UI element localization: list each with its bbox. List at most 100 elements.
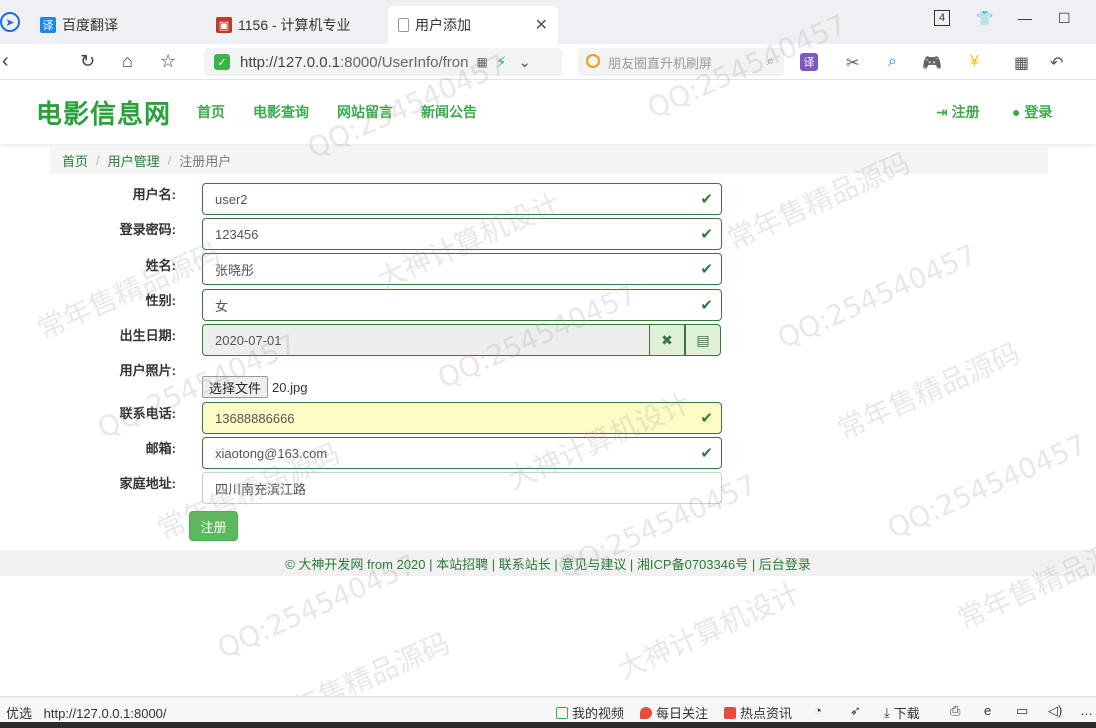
- tab-counter[interactable]: 4: [934, 10, 950, 26]
- reader-icon[interactable]: ▦: [477, 55, 488, 69]
- download-link[interactable]: ⤓ 下载: [884, 703, 920, 722]
- name-value: 张晓彤: [215, 262, 255, 278]
- birthdate-field[interactable]: 2020-07-01: [202, 324, 650, 356]
- minimize-icon[interactable]: —: [1018, 10, 1032, 26]
- nav-home[interactable]: 首页: [197, 102, 225, 122]
- check-icon: ✔: [700, 445, 713, 462]
- gender-field[interactable]: 女 ✔: [202, 289, 722, 321]
- rocket-icon[interactable]: ➶: [850, 703, 861, 719]
- register-link[interactable]: ⇥ 注册: [936, 102, 980, 122]
- check-icon: ✔: [700, 226, 713, 243]
- speed-icon[interactable]: ◔: [814, 703, 822, 718]
- url-path: :8000/UserInfo/fron: [340, 53, 469, 71]
- ie-icon[interactable]: e: [984, 703, 991, 718]
- url-host: http://127.0.0.1: [240, 53, 341, 71]
- tab-computer-major[interactable]: ▣ 1156 - 计算机专业: [206, 6, 386, 44]
- nav-movie-search[interactable]: 电影查询: [253, 102, 309, 122]
- status-prefix: 优选: [6, 706, 33, 721]
- username-field[interactable]: user2 ✔: [202, 183, 722, 215]
- password-field[interactable]: 123456 ✔: [202, 218, 722, 250]
- undo-icon[interactable]: ↶: [1050, 53, 1063, 73]
- choose-file-button[interactable]: 选择文件: [202, 376, 269, 398]
- volume-icon[interactable]: ◁): [1048, 703, 1062, 719]
- watermark-text: 常年售精品源码: [832, 336, 1025, 447]
- name-label: 姓名:: [145, 258, 176, 273]
- back-icon[interactable]: ‹: [2, 50, 9, 73]
- photo-file-name: 20.jpg: [272, 380, 308, 395]
- reload-icon[interactable]: ↻: [80, 51, 95, 72]
- watermark-text: 大神计算机设计: [612, 576, 805, 687]
- lightning-icon[interactable]: ⚡: [496, 53, 507, 71]
- watermark-text: 常年售精品源码: [952, 526, 1096, 637]
- gender-label: 性别:: [145, 293, 176, 308]
- apps-grid-icon[interactable]: ▦: [1014, 53, 1029, 73]
- news-icon: [724, 706, 736, 719]
- chevron-down-icon[interactable]: ⌄: [518, 53, 531, 71]
- tab-user-add[interactable]: 用户添加 ✕: [388, 6, 558, 44]
- daily-follow-link[interactable]: 每日关注: [640, 703, 708, 722]
- my-videos-label: 我的视频: [572, 706, 625, 721]
- check-icon: ✔: [700, 191, 713, 208]
- address-field[interactable]: 四川南充滨江路: [202, 472, 722, 504]
- watermark-text: QQ:254540457: [882, 427, 1092, 546]
- name-field[interactable]: 张晓彤 ✔: [202, 253, 722, 285]
- gender-value: 女: [215, 298, 229, 314]
- login-link[interactable]: ● 登录: [1012, 102, 1052, 122]
- shirt-icon[interactable]: 👕: [976, 10, 993, 27]
- calendar-button[interactable]: ▤: [685, 324, 721, 356]
- breadcrumb: 首页 / 用户管理 / 注册用户: [50, 146, 1048, 174]
- page-icon: [398, 18, 409, 32]
- sign-in-icon: ⇥: [936, 104, 948, 120]
- check-icon: ✔: [700, 297, 713, 314]
- magnifier-icon[interactable]: ⌕: [888, 53, 897, 71]
- search-icon[interactable]: ⌕: [767, 53, 774, 69]
- secure-shield-icon: ✓: [214, 54, 230, 70]
- submit-register-button[interactable]: 注册: [189, 511, 238, 541]
- window-icon[interactable]: ▭: [1016, 703, 1028, 719]
- print-icon[interactable]: ⎙: [950, 703, 960, 719]
- browser-status-bar: 优选 http://127.0.0.1:8000/ 我的视频 每日关注 热点资讯…: [0, 696, 1096, 722]
- breadcrumb-separator: /: [167, 152, 172, 168]
- home-icon[interactable]: ⌂: [122, 51, 133, 72]
- address-value: 四川南充滨江路: [215, 481, 307, 497]
- nav-news[interactable]: 新闻公告: [421, 102, 477, 122]
- breadcrumb-user-management[interactable]: 用户管理: [108, 151, 160, 170]
- search-input[interactable]: 朋友圈直升机刷屏 ⌕: [578, 48, 784, 76]
- browser-logo-icon[interactable]: ➤: [0, 12, 20, 32]
- hot-news-link[interactable]: 热点资讯: [724, 703, 792, 722]
- tab-label: 1156 - 计算机专业: [238, 17, 351, 33]
- my-videos-link[interactable]: 我的视频: [556, 703, 624, 722]
- status-url: 优选 http://127.0.0.1:8000/: [6, 703, 167, 722]
- video-icon: [556, 706, 568, 719]
- translate-icon: 译: [40, 17, 56, 33]
- scissors-icon[interactable]: ✂: [846, 53, 859, 73]
- daily-follow-label: 每日关注: [656, 706, 709, 721]
- watermark-text: QQ:254540457: [772, 237, 982, 356]
- email-field[interactable]: xiaotong@163.com ✔: [202, 437, 722, 469]
- footer-text[interactable]: © 大神开发网 from 2020 | 本站招聘 | 联系站长 | 意见与建议 …: [285, 554, 811, 573]
- maximize-icon[interactable]: ☐: [1058, 10, 1071, 27]
- phone-field[interactable]: 13688886666 ✔: [202, 402, 722, 434]
- clear-date-button[interactable]: ✖: [649, 324, 685, 356]
- register-label: 注册: [951, 104, 980, 120]
- phone-value: 13688886666: [215, 410, 295, 426]
- phone-label: 联系电话:: [119, 406, 176, 421]
- star-icon[interactable]: ☆: [160, 51, 176, 72]
- breadcrumb-home[interactable]: 首页: [62, 151, 88, 170]
- photo-label: 用户照片:: [119, 363, 176, 378]
- site-logo[interactable]: 电影信息网: [36, 94, 171, 131]
- url-input[interactable]: ✓ http://127.0.0.1:8000/UserInfo/fron ▦ …: [204, 48, 562, 76]
- more-icon[interactable]: …: [1080, 703, 1093, 718]
- translate-tool-icon[interactable]: 译: [800, 53, 818, 71]
- address-bar: ‹ ↻ ⌂ ☆ ✓ http://127.0.0.1:8000/UserInfo…: [0, 44, 1096, 80]
- user-icon: ●: [1012, 104, 1021, 120]
- coin-icon[interactable]: ¥: [970, 53, 979, 71]
- nav-guestbook[interactable]: 网站留言: [337, 102, 393, 122]
- close-tab-icon[interactable]: ✕: [535, 15, 548, 35]
- login-label: 登录: [1024, 104, 1053, 120]
- game-icon[interactable]: 🎮: [922, 53, 942, 73]
- calendar-icon: ▤: [696, 331, 710, 348]
- close-icon: ✖: [661, 331, 673, 348]
- tab-baidu-translate[interactable]: 译 百度翻译: [30, 6, 200, 44]
- site-footer: © 大神开发网 from 2020 | 本站招聘 | 联系站长 | 意见与建议 …: [0, 550, 1096, 576]
